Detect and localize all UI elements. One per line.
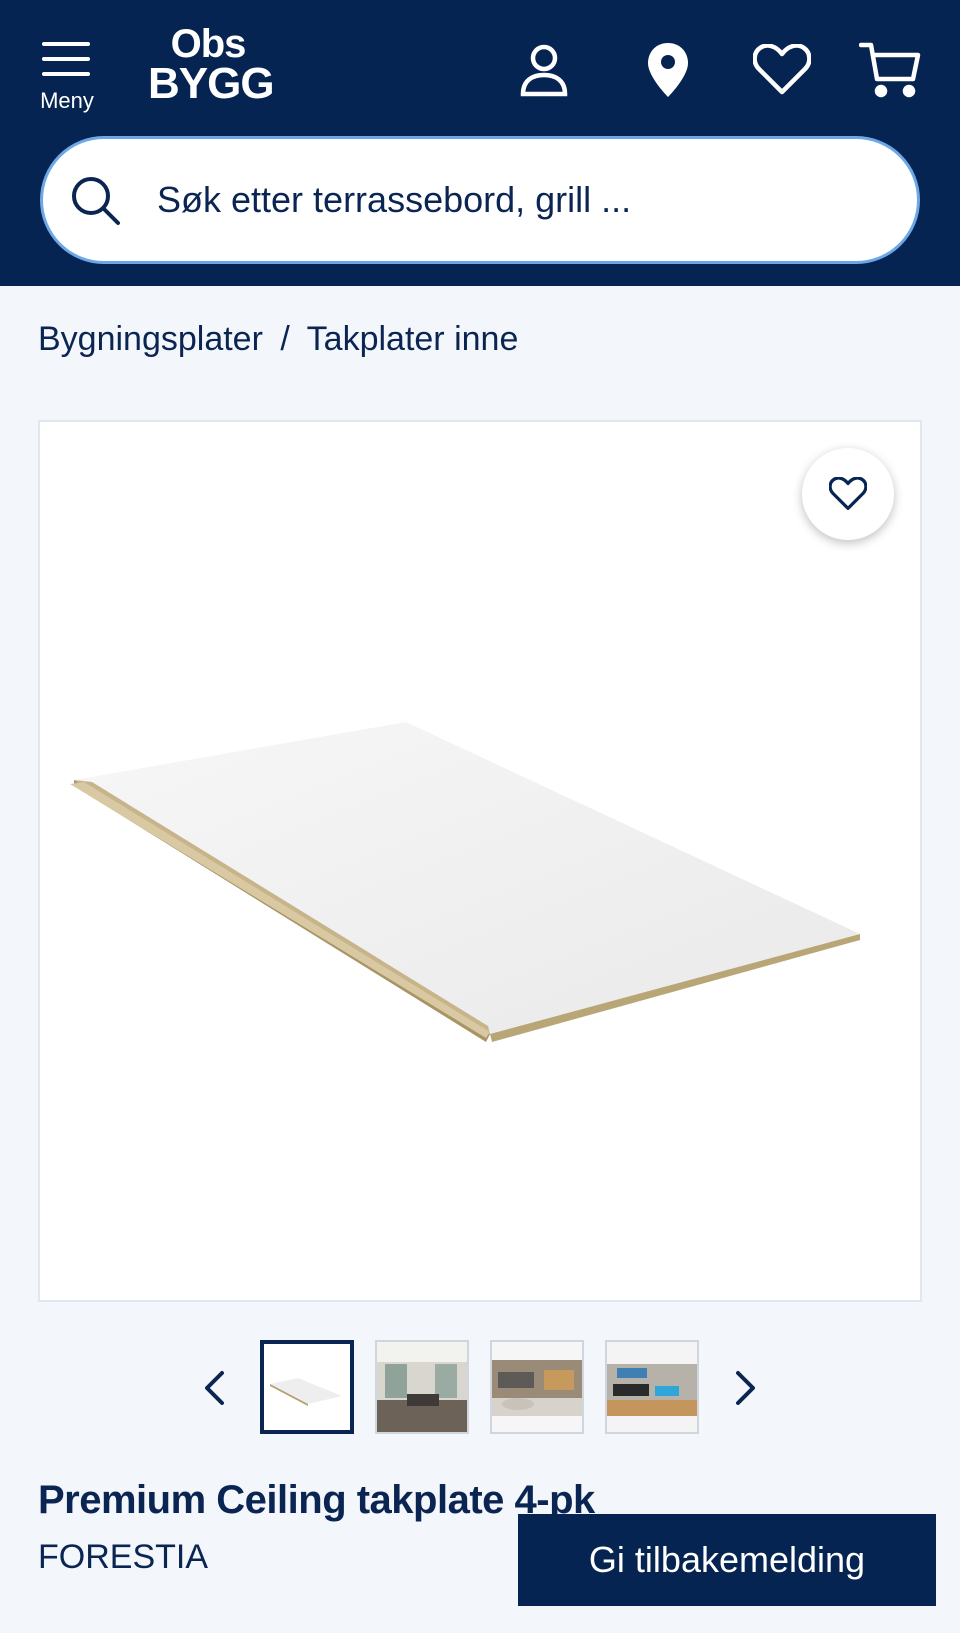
- logo-top-text: Obs: [170, 22, 247, 66]
- hamburger-icon: [42, 42, 90, 87]
- user-icon[interactable]: [512, 38, 576, 102]
- chevron-left-icon: [205, 1371, 224, 1405]
- menu-button[interactable]: Meny: [36, 36, 96, 116]
- cart-icon[interactable]: [858, 38, 922, 102]
- obs-bygg-logo[interactable]: Obs BYGG: [148, 22, 275, 108]
- thumbnail-panel-image: [264, 1344, 350, 1430]
- chevron-right-icon: [736, 1371, 755, 1405]
- thumbnail-2[interactable]: [375, 1340, 469, 1434]
- carousel-next-button[interactable]: [726, 1364, 766, 1412]
- add-to-favorites-button[interactable]: [802, 448, 894, 540]
- thumbnail-3[interactable]: [490, 1340, 584, 1434]
- product-brand[interactable]: FORESTIA: [38, 1538, 208, 1577]
- heart-icon: [829, 477, 867, 511]
- site-header: Meny Obs BYGG Søk etter terrassebord, gr…: [0, 0, 960, 286]
- logo-bottom-text: BYGG: [148, 59, 275, 108]
- ceiling-panel-illustration: [70, 722, 860, 1042]
- search-placeholder: Søk etter terrassebord, grill ...: [157, 179, 632, 220]
- breadcrumb-item-bygningsplater[interactable]: Bygningsplater: [38, 320, 263, 358]
- product-title: Premium Ceiling takplate 4-pk: [38, 1478, 595, 1522]
- thumbnail-1[interactable]: [260, 1340, 354, 1434]
- breadcrumb: Bygningsplater / Takplater inne: [38, 320, 518, 359]
- carousel-prev-button[interactable]: [194, 1364, 234, 1412]
- thumbnail-living-room-image: [492, 1342, 582, 1432]
- thumbnail-room-image: [377, 1342, 467, 1432]
- breadcrumb-item-takplater-inne[interactable]: Takplater inne: [307, 320, 519, 358]
- thumbnail-interior-image: [607, 1342, 697, 1432]
- search-icon: [72, 177, 120, 225]
- location-pin-icon[interactable]: [636, 38, 700, 102]
- breadcrumb-separator: /: [280, 320, 290, 358]
- thumbnail-carousel: [0, 1340, 960, 1436]
- menu-label: Meny: [40, 88, 94, 113]
- heart-icon[interactable]: [750, 38, 814, 102]
- thumbnail-4[interactable]: [605, 1340, 699, 1434]
- product-image: [38, 420, 922, 1302]
- search-input[interactable]: Søk etter terrassebord, grill ...: [40, 136, 920, 264]
- feedback-button[interactable]: Gi tilbakemelding: [518, 1514, 936, 1606]
